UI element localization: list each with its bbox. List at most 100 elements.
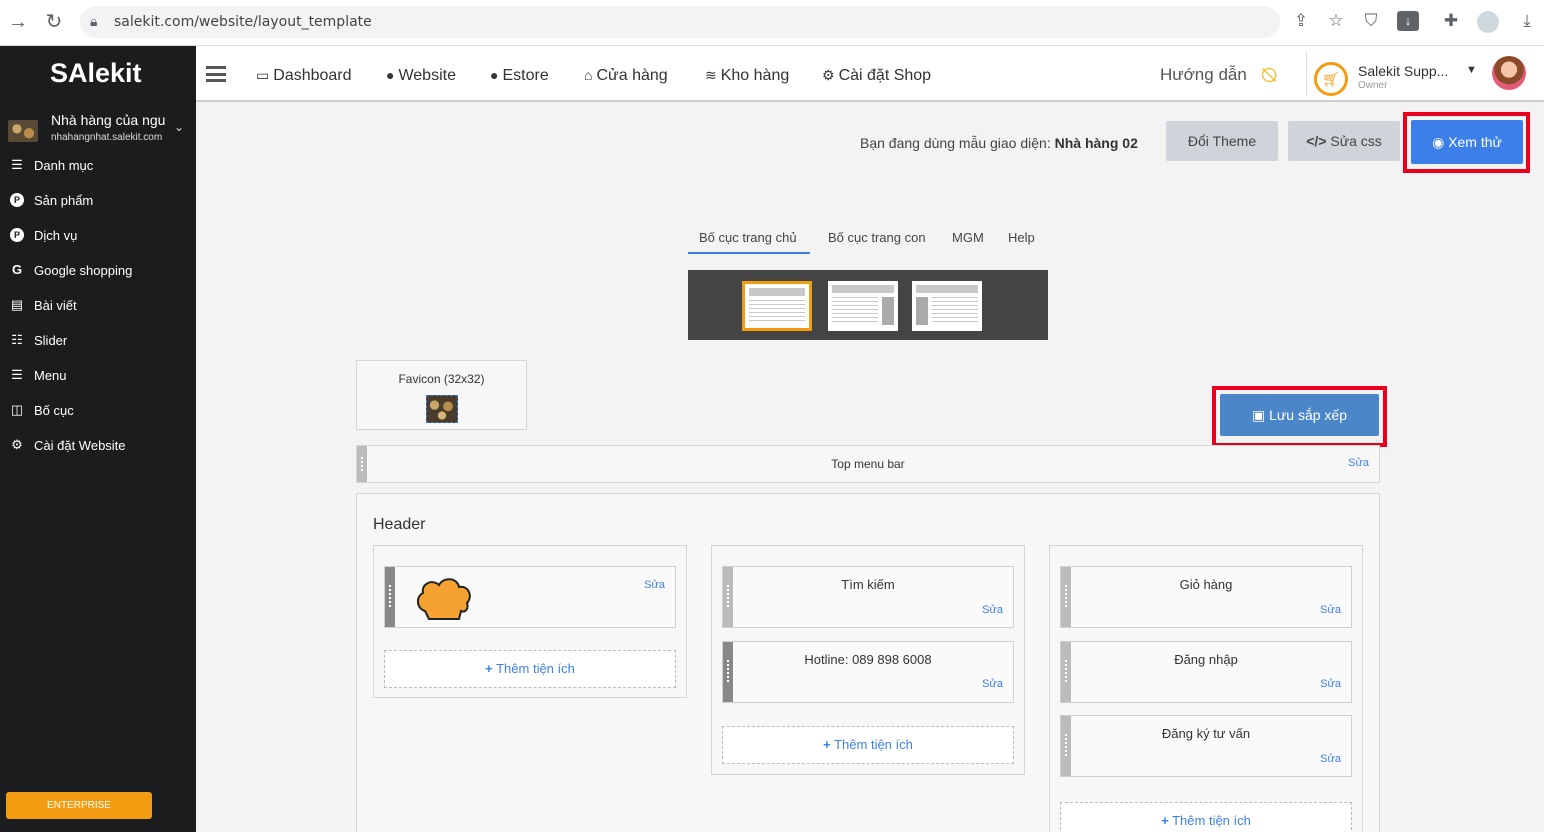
- cart-icon: 🛒︎: [1314, 62, 1348, 96]
- drag-handle[interactable]: [723, 642, 733, 702]
- cart-widget[interactable]: Giỏ hàng Sửa: [1060, 566, 1352, 628]
- shop-name: Nhà hàng của ngu: [51, 112, 166, 128]
- drag-handle[interactable]: [1061, 716, 1071, 776]
- shop-switcher[interactable]: Nhà hàng của ngu nhahangnhat.salekit.com…: [8, 110, 194, 146]
- sidebar-item-dich-vu[interactable]: P Dịch vụ: [0, 218, 196, 253]
- shield-icon[interactable]: ⛉: [1360, 11, 1382, 31]
- layout-option-right-sidebar[interactable]: [828, 281, 898, 331]
- gear-icon: ⚙: [822, 67, 835, 83]
- sidebar-item-label: Bố cục: [34, 403, 74, 418]
- header-title: Header: [373, 516, 426, 533]
- favicon-image[interactable]: [426, 395, 458, 423]
- avatar[interactable]: [1492, 56, 1526, 90]
- profile-icon[interactable]: [1477, 11, 1499, 33]
- widget-label: Đăng nhập: [1174, 652, 1238, 667]
- header-column-1: Sửa + Thêm tiện ích: [373, 545, 687, 698]
- header-column-2: Tìm kiếm Sửa Hotline: 089 898 6008 Sửa +…: [711, 545, 1025, 775]
- layout-option-left-sidebar[interactable]: [912, 281, 982, 331]
- logo-widget[interactable]: Sửa: [384, 566, 676, 628]
- guide-link[interactable]: Hướng dẫn: [1160, 65, 1247, 85]
- edit-link[interactable]: Sửa: [982, 604, 1003, 616]
- widget-label: Đăng ký tư vấn: [1161, 726, 1251, 741]
- list-icon: ☰: [11, 367, 23, 382]
- share-icon[interactable]: ⇪: [1290, 11, 1312, 31]
- search-widget[interactable]: Tìm kiếm Sửa: [722, 566, 1014, 628]
- shop-thumbnail: [8, 120, 38, 142]
- floppy-icon: ▣: [1252, 407, 1266, 423]
- edit-link[interactable]: Sửa: [982, 678, 1003, 690]
- logo[interactable]: SAlekit: [50, 58, 142, 89]
- chef-hat-logo: [417, 578, 471, 620]
- add-widget-button[interactable]: + Thêm tiện ích: [1060, 802, 1352, 832]
- nav-dashboard[interactable]: ▭ Dashboard: [256, 67, 352, 85]
- drag-handle[interactable]: [1061, 642, 1071, 702]
- edit-link[interactable]: Sửa: [1348, 457, 1369, 469]
- enterprise-badge[interactable]: ENTERPRISE: [6, 792, 152, 819]
- sidebar-item-google-shopping[interactable]: G Google shopping: [0, 253, 196, 288]
- google-icon: G: [11, 262, 23, 277]
- puzzle-icon[interactable]: ✚: [1440, 11, 1462, 31]
- download-icon[interactable]: ⤓: [1516, 11, 1538, 31]
- sidebar-item-danh-muc[interactable]: ☰ Danh mục: [0, 148, 196, 183]
- sidebar-item-label: Danh mục: [34, 158, 94, 173]
- sidebar-item-menu[interactable]: ☰ Menu: [0, 358, 196, 393]
- forward-icon[interactable]: →: [6, 10, 30, 34]
- nav-cua-hang[interactable]: ⌂ Cửa hàng: [584, 67, 668, 85]
- sidebar-item-cai-dat-website[interactable]: ⚙ Cài đặt Website: [0, 428, 196, 463]
- tab-help[interactable]: Help: [1008, 230, 1035, 245]
- download-ext-icon[interactable]: ↓: [1397, 11, 1419, 31]
- p-icon: P: [10, 228, 24, 242]
- edit-link[interactable]: Sửa: [1320, 604, 1341, 616]
- star-icon[interactable]: ☆: [1325, 11, 1347, 31]
- login-widget[interactable]: Đăng nhập Sửa: [1060, 641, 1352, 703]
- sidebar-item-slider[interactable]: ☷ Slider: [0, 323, 196, 358]
- nav-kho-hang[interactable]: ≋ Kho hàng: [705, 67, 789, 85]
- edit-link[interactable]: Sửa: [1320, 678, 1341, 690]
- nav-cai-dat-shop[interactable]: ⚙ Cài đặt Shop: [822, 67, 931, 85]
- nav-label: Cài đặt Shop: [838, 67, 932, 84]
- add-widget-label: Thêm tiện ích: [496, 661, 575, 676]
- drag-handle[interactable]: [385, 567, 395, 627]
- chevron-down-icon: ⌄: [174, 120, 185, 134]
- newspaper-icon: ▤: [10, 297, 24, 312]
- change-theme-button[interactable]: Đổi Theme: [1166, 121, 1278, 161]
- header-section: Header Sửa + Thêm tiện ích Tìm kiếm Sửa …: [356, 493, 1380, 832]
- add-widget-button[interactable]: + Thêm tiện ích: [384, 650, 676, 688]
- edit-link[interactable]: Sửa: [644, 579, 665, 591]
- sidebar-item-bo-cuc[interactable]: ◫ Bố cục: [0, 393, 196, 428]
- nav-label: Kho hàng: [720, 67, 790, 84]
- layout-option-full[interactable]: [742, 281, 812, 331]
- add-widget-label: Thêm tiện ích: [834, 737, 913, 752]
- hotline-widget[interactable]: Hotline: 089 898 6008 Sửa: [722, 641, 1014, 703]
- drag-handle[interactable]: [1061, 567, 1071, 627]
- active-tab-indicator: [688, 252, 810, 254]
- bell-slash-icon[interactable]: ⍉: [1262, 62, 1292, 92]
- theme-name: Nhà hàng 02: [1054, 135, 1138, 151]
- favicon-panel: Favicon (32x32): [356, 360, 527, 430]
- sliders-icon: ☷: [11, 332, 23, 347]
- tab-subpage-layout[interactable]: Bố cục trang con: [828, 230, 926, 245]
- sidebar-item-san-pham[interactable]: P Sản phẩm: [0, 183, 196, 218]
- shop-url: nhahangnhat.salekit.com: [51, 132, 163, 143]
- consult-signup-widget[interactable]: Đăng ký tư vấn Sửa: [1060, 715, 1352, 777]
- top-navigation: ▭ Dashboard ● Website ● Estore ⌂ Cửa hàng ≋ K…: [196, 46, 1544, 102]
- header-column-3: Giỏ hàng Sửa Đăng nhập Sửa Đăng ký tư vấ…: [1049, 545, 1363, 832]
- tab-home-layout[interactable]: Bố cục trang chủ: [699, 230, 797, 245]
- preview-button[interactable]: ◉ Xem thử: [1411, 120, 1523, 164]
- sidebar-item-label: Bài viết: [34, 298, 77, 313]
- address-bar[interactable]: 🔒︎ salekit.com/website/layout_template: [80, 6, 1280, 38]
- hamburger-icon[interactable]: [206, 66, 226, 82]
- edit-link[interactable]: Sửa: [1320, 753, 1341, 765]
- reload-icon[interactable]: ↻: [42, 10, 66, 34]
- nav-website[interactable]: ● Website: [386, 67, 456, 85]
- drag-handle[interactable]: [723, 567, 733, 627]
- sidebar-item-bai-viet[interactable]: ▤ Bài viết: [0, 288, 196, 323]
- edit-css-button[interactable]: </> Sửa css: [1288, 121, 1400, 161]
- tab-mgm[interactable]: MGM: [952, 230, 984, 245]
- save-order-button[interactable]: ▣ Lưu sắp xếp: [1220, 394, 1379, 436]
- user-name[interactable]: Salekit Supp...: [1358, 63, 1448, 79]
- nav-estore[interactable]: ● Estore: [490, 67, 549, 85]
- add-widget-button[interactable]: + Thêm tiện ích: [722, 726, 1014, 764]
- top-menu-bar-widget[interactable]: Top menu bar Sửa: [356, 445, 1380, 483]
- caret-down-icon[interactable]: ▼: [1466, 64, 1477, 76]
